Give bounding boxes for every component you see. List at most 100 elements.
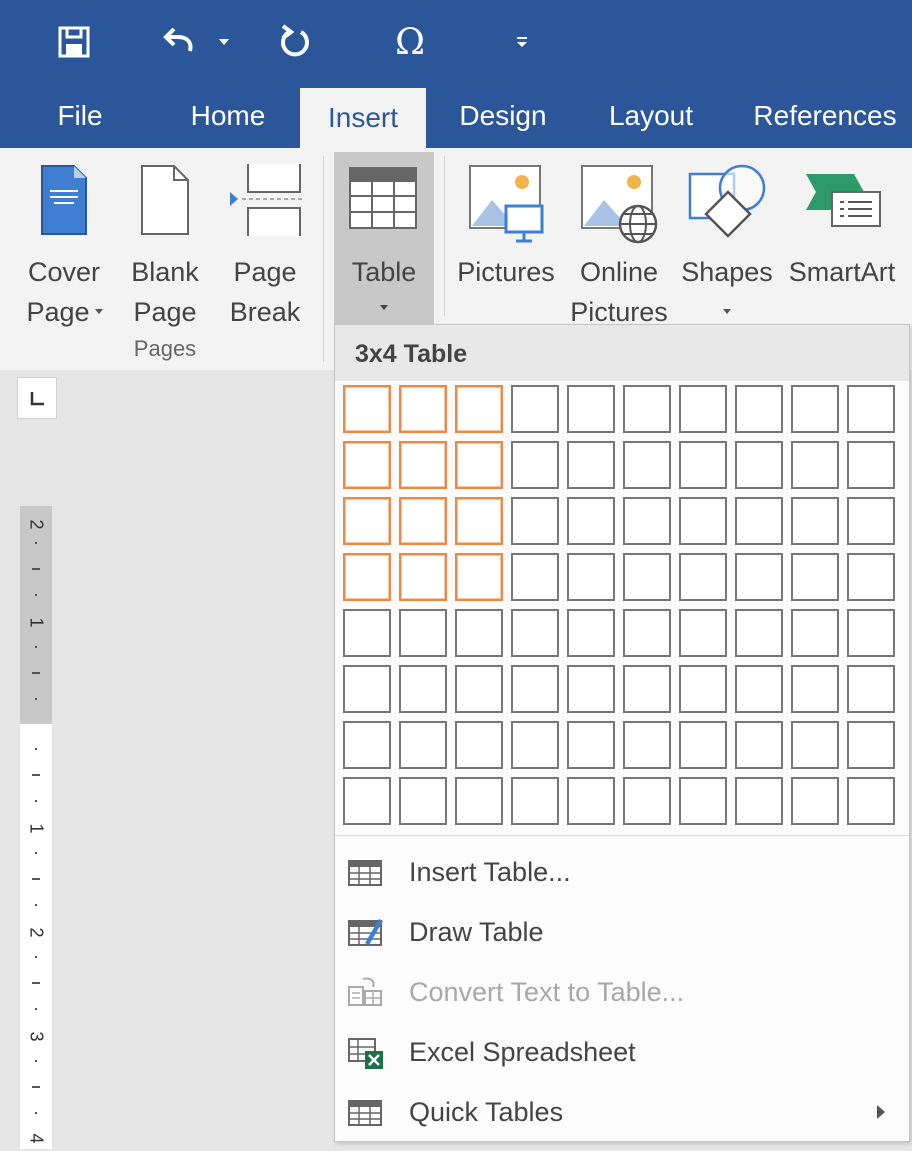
tab-home[interactable]: Home bbox=[170, 84, 286, 148]
table-grid-cell-selected[interactable] bbox=[343, 497, 391, 545]
table-grid-cell[interactable] bbox=[679, 497, 727, 545]
table-grid-cell[interactable] bbox=[567, 665, 615, 713]
table-grid-cell-selected[interactable] bbox=[455, 553, 503, 601]
table-grid-cell[interactable] bbox=[735, 665, 783, 713]
table-grid-cell[interactable] bbox=[623, 721, 671, 769]
table-grid-cell[interactable] bbox=[623, 497, 671, 545]
page-break-button[interactable]: Page Break bbox=[218, 156, 312, 328]
table-grid-cell[interactable] bbox=[679, 609, 727, 657]
table-grid-cell[interactable] bbox=[567, 777, 615, 825]
cover-page-button[interactable]: Cover Page bbox=[18, 156, 110, 328]
table-grid-cell[interactable] bbox=[343, 721, 391, 769]
table-grid-cell[interactable] bbox=[679, 553, 727, 601]
table-grid-cell-selected[interactable] bbox=[455, 497, 503, 545]
table-grid-cell[interactable] bbox=[847, 441, 895, 489]
table-grid-cell[interactable] bbox=[735, 385, 783, 433]
table-grid-cell[interactable] bbox=[791, 497, 839, 545]
table-grid-cell[interactable] bbox=[623, 385, 671, 433]
table-grid-cell[interactable] bbox=[623, 553, 671, 601]
table-grid-cell[interactable] bbox=[567, 441, 615, 489]
table-grid-cell-selected[interactable] bbox=[343, 441, 391, 489]
table-grid-cell[interactable] bbox=[511, 665, 559, 713]
save-icon[interactable] bbox=[50, 18, 98, 66]
table-grid-cell[interactable] bbox=[735, 497, 783, 545]
tab-insert[interactable]: Insert bbox=[300, 88, 426, 148]
table-grid-cell[interactable] bbox=[847, 497, 895, 545]
blank-page-button[interactable]: Blank Page bbox=[120, 156, 210, 328]
table-grid-cell[interactable] bbox=[623, 777, 671, 825]
undo-icon[interactable] bbox=[156, 18, 204, 66]
table-grid-cell[interactable] bbox=[735, 609, 783, 657]
vertical-ruler[interactable]: 2 1 1 2 3 4 bbox=[20, 506, 52, 1149]
quick-tables-menu-item[interactable]: Quick Tables bbox=[335, 1083, 909, 1141]
pictures-button[interactable]: Pictures bbox=[452, 156, 560, 328]
online-pictures-button[interactable]: Online Pictures bbox=[566, 156, 672, 328]
table-grid-cell[interactable] bbox=[623, 609, 671, 657]
table-grid-cell[interactable] bbox=[399, 665, 447, 713]
table-grid-cell-selected[interactable] bbox=[343, 553, 391, 601]
table-grid-cell[interactable] bbox=[679, 777, 727, 825]
symbol-omega-icon[interactable]: Ω bbox=[386, 18, 434, 66]
table-grid-cell[interactable] bbox=[511, 385, 559, 433]
table-grid-cell[interactable] bbox=[623, 441, 671, 489]
table-button-content[interactable]: Table bbox=[334, 156, 434, 328]
table-grid-cell[interactable] bbox=[511, 721, 559, 769]
excel-spreadsheet-menu-item[interactable]: Excel Spreadsheet bbox=[335, 1023, 909, 1081]
draw-table-menu-item[interactable]: Draw Table bbox=[335, 903, 909, 961]
table-grid-cell[interactable] bbox=[847, 609, 895, 657]
table-grid-cell[interactable] bbox=[567, 721, 615, 769]
table-grid-cell[interactable] bbox=[511, 553, 559, 601]
table-grid-cell[interactable] bbox=[735, 553, 783, 601]
undo-dropdown-icon[interactable] bbox=[212, 18, 236, 66]
table-grid-cell[interactable] bbox=[567, 609, 615, 657]
table-grid-cell[interactable] bbox=[455, 665, 503, 713]
table-grid-cell[interactable] bbox=[623, 665, 671, 713]
table-grid-cell[interactable] bbox=[847, 385, 895, 433]
tab-references[interactable]: References bbox=[740, 84, 910, 148]
table-grid-cell[interactable] bbox=[791, 609, 839, 657]
redo-icon[interactable] bbox=[272, 18, 316, 66]
table-grid-cell[interactable] bbox=[791, 665, 839, 713]
insert-table-menu-item[interactable]: Insert Table... bbox=[335, 843, 909, 901]
table-grid-cell[interactable] bbox=[455, 609, 503, 657]
table-grid-cell[interactable] bbox=[791, 777, 839, 825]
table-grid-cell[interactable] bbox=[735, 441, 783, 489]
smartart-button[interactable]: SmartArt bbox=[780, 156, 904, 328]
table-grid-cell[interactable] bbox=[791, 441, 839, 489]
table-grid-cell[interactable] bbox=[679, 441, 727, 489]
table-grid-cell[interactable] bbox=[455, 721, 503, 769]
convert-text-to-table-menu-item[interactable]: Convert Text to Table... bbox=[335, 963, 909, 1021]
table-grid-cell[interactable] bbox=[679, 665, 727, 713]
table-grid-cell-selected[interactable] bbox=[343, 385, 391, 433]
table-grid-cell[interactable] bbox=[511, 497, 559, 545]
table-grid-cell[interactable] bbox=[455, 777, 503, 825]
table-grid-cell-selected[interactable] bbox=[399, 441, 447, 489]
table-grid-cell[interactable] bbox=[399, 609, 447, 657]
table-grid-cell[interactable] bbox=[567, 385, 615, 433]
table-grid-cell[interactable] bbox=[511, 441, 559, 489]
table-grid-cell[interactable] bbox=[567, 553, 615, 601]
table-grid-cell[interactable] bbox=[343, 609, 391, 657]
table-grid-cell[interactable] bbox=[679, 385, 727, 433]
table-grid-cell[interactable] bbox=[399, 777, 447, 825]
table-grid-cell[interactable] bbox=[511, 777, 559, 825]
table-grid-cell[interactable] bbox=[847, 665, 895, 713]
tab-file[interactable]: File bbox=[38, 84, 122, 148]
table-grid-cell[interactable] bbox=[791, 385, 839, 433]
table-grid-cell-selected[interactable] bbox=[455, 441, 503, 489]
table-grid-cell-selected[interactable] bbox=[455, 385, 503, 433]
table-grid-cell[interactable] bbox=[847, 553, 895, 601]
tab-selector-button[interactable] bbox=[17, 377, 57, 419]
table-grid-cell-selected[interactable] bbox=[399, 497, 447, 545]
table-grid-cell[interactable] bbox=[735, 721, 783, 769]
table-grid-cell[interactable] bbox=[343, 777, 391, 825]
tab-design[interactable]: Design bbox=[444, 84, 562, 148]
table-grid-cell[interactable] bbox=[791, 553, 839, 601]
customize-qat-icon[interactable] bbox=[508, 18, 536, 66]
table-grid-cell[interactable] bbox=[847, 777, 895, 825]
table-grid-cell[interactable] bbox=[399, 721, 447, 769]
table-grid-cell[interactable] bbox=[791, 721, 839, 769]
table-grid-cell[interactable] bbox=[735, 777, 783, 825]
table-grid-cell-selected[interactable] bbox=[399, 385, 447, 433]
tab-layout[interactable]: Layout bbox=[592, 84, 710, 148]
